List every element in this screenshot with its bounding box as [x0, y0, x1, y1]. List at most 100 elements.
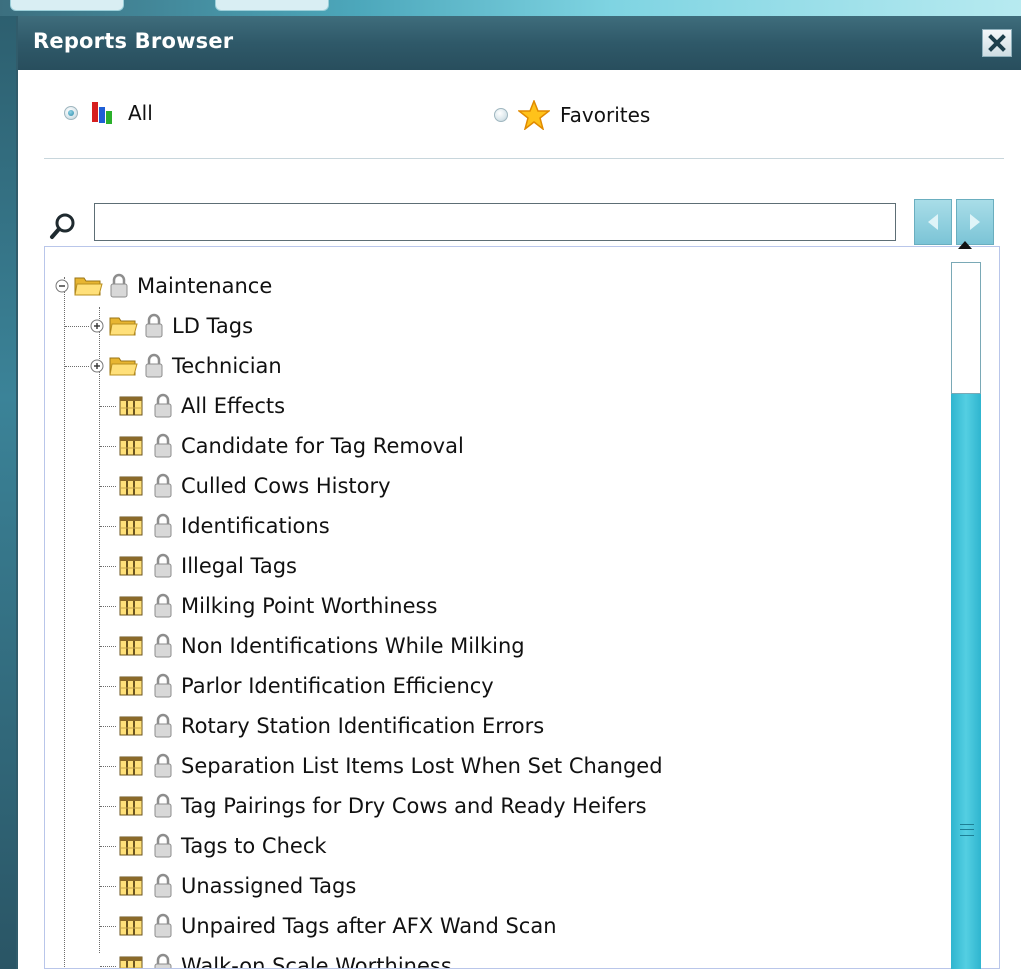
vertical-scrollbar[interactable]	[946, 230, 984, 969]
tree-node-label: All Effects	[181, 394, 286, 418]
report-icon	[119, 876, 143, 896]
tree-connector-line	[65, 366, 89, 367]
tree-connector-line	[100, 886, 116, 887]
lock-icon	[154, 513, 172, 538]
window-left-edge	[0, 16, 16, 969]
lock-icon	[145, 353, 163, 378]
triangle-up-icon	[958, 241, 972, 249]
tree-report-item[interactable]: Tags to Check	[117, 828, 327, 864]
tree-report-item[interactable]: Separation List Items Lost When Set Chan…	[117, 748, 663, 784]
tree-connector-line	[100, 966, 116, 967]
tree-report-item[interactable]: Milking Point Worthiness	[117, 588, 437, 624]
lock-icon	[154, 873, 172, 898]
tree-connector-line	[100, 446, 116, 447]
radio-all-button[interactable]	[64, 106, 78, 120]
report-icon	[119, 716, 143, 736]
report-icon	[119, 956, 143, 968]
tree-report-item[interactable]: Unpaired Tags after AFX Wand Scan	[117, 908, 557, 944]
expand-icon[interactable]	[90, 319, 104, 333]
lock-icon	[154, 673, 172, 698]
scroll-track[interactable]	[951, 262, 981, 969]
window-top-strip	[0, 0, 1021, 16]
close-button[interactable]	[982, 29, 1012, 57]
tree-report-item[interactable]: All Effects	[117, 388, 285, 424]
tree-node-label: Tags to Check	[181, 834, 327, 858]
tree-connector-line	[100, 566, 116, 567]
tree-node-label: Unassigned Tags	[181, 874, 357, 898]
report-icon	[119, 596, 143, 616]
tree-report-item[interactable]: Identifications	[117, 508, 330, 544]
tree-report-item[interactable]: Culled Cows History	[117, 468, 391, 504]
report-tree: Maintenance LD Tags Technician All Effects…	[44, 246, 1000, 969]
tree-report-item[interactable]: Non Identifications While Milking	[117, 628, 525, 664]
collapse-icon[interactable]	[55, 279, 69, 293]
tree-node-label: Rotary Station Identification Errors	[181, 714, 545, 738]
lock-icon	[154, 633, 172, 658]
tree-report-item[interactable]: Rotary Station Identification Errors	[117, 708, 544, 744]
tree-node-label: Unpaired Tags after AFX Wand Scan	[181, 914, 557, 938]
tree-node-label: Illegal Tags	[181, 554, 297, 578]
tree-connector-line	[100, 846, 116, 847]
scroll-up-button[interactable]	[946, 230, 984, 260]
lock-icon	[154, 953, 172, 968]
report-icon	[119, 796, 143, 816]
radio-favorites-label: Favorites	[560, 103, 651, 127]
tree-connector-line	[100, 806, 116, 807]
background-tab	[10, 0, 124, 11]
search-icon	[48, 212, 78, 242]
tree-connector-line	[64, 277, 65, 968]
tree-node-maintenance[interactable]: Maintenance	[55, 268, 272, 304]
report-icon	[119, 756, 143, 776]
scroll-grip	[960, 824, 974, 836]
lock-icon	[145, 313, 163, 338]
tree-connector-line	[100, 646, 116, 647]
lock-icon	[154, 793, 172, 818]
expand-icon[interactable]	[90, 359, 104, 373]
tree-connector-line	[100, 526, 116, 527]
tree-node-label: Non Identifications While Milking	[181, 634, 525, 658]
scroll-thumb[interactable]	[951, 262, 981, 394]
tree-node-label: Tag Pairings for Dry Cows and Ready Heif…	[181, 794, 647, 818]
lock-icon	[154, 433, 172, 458]
tree-connector-line	[99, 307, 100, 953]
report-icon	[119, 556, 143, 576]
tree-connector-line	[100, 726, 116, 727]
lock-icon	[154, 833, 172, 858]
star-icon	[518, 100, 550, 130]
report-icon	[119, 476, 143, 496]
lock-icon	[154, 713, 172, 738]
tree-report-item[interactable]: Tag Pairings for Dry Cows and Ready Heif…	[117, 788, 647, 824]
lock-icon	[154, 553, 172, 578]
tree-node-label: Technician	[172, 354, 282, 378]
tree-connector-line	[100, 406, 116, 407]
radio-favorites-button[interactable]	[494, 108, 508, 122]
report-icon	[119, 396, 143, 416]
tree-report-item[interactable]: Illegal Tags	[117, 548, 297, 584]
tree-node-label: Parlor Identification Efficiency	[181, 674, 494, 698]
tree-folder-ld-tags[interactable]: LD Tags	[90, 308, 253, 344]
search-input[interactable]	[94, 203, 896, 241]
folder-open-icon	[74, 277, 103, 296]
dialog-title: Reports Browser	[33, 29, 234, 53]
tree-node-label: Separation List Items Lost When Set Chan…	[181, 754, 663, 778]
tree-connector-line	[100, 606, 116, 607]
tree-connector-line	[100, 486, 116, 487]
filter-radio-group: All Favorites	[18, 86, 1021, 136]
titlebar: Reports Browser	[18, 16, 1021, 70]
separator	[44, 158, 1004, 159]
tree-report-item[interactable]: Parlor Identification Efficiency	[117, 668, 494, 704]
tree-report-item[interactable]: Unassigned Tags	[117, 868, 356, 904]
tree-connector-line	[100, 686, 116, 687]
arrow-left-icon	[928, 214, 938, 230]
radio-all[interactable]: All	[64, 100, 153, 126]
lock-icon	[154, 593, 172, 618]
tree-node-label: Walk-on Scale Worthiness	[181, 954, 452, 969]
tree-node-label: Milking Point Worthiness	[181, 594, 438, 618]
tree-report-item[interactable]: Candidate for Tag Removal	[117, 428, 464, 464]
folder-icon	[109, 357, 138, 376]
report-icon	[119, 916, 143, 936]
close-icon	[988, 34, 1006, 52]
radio-favorites[interactable]: Favorites	[494, 100, 650, 130]
tree-folder-technician[interactable]: Technician	[90, 348, 282, 384]
tree-report-item[interactable]: Walk-on Scale Worthiness	[117, 948, 452, 969]
